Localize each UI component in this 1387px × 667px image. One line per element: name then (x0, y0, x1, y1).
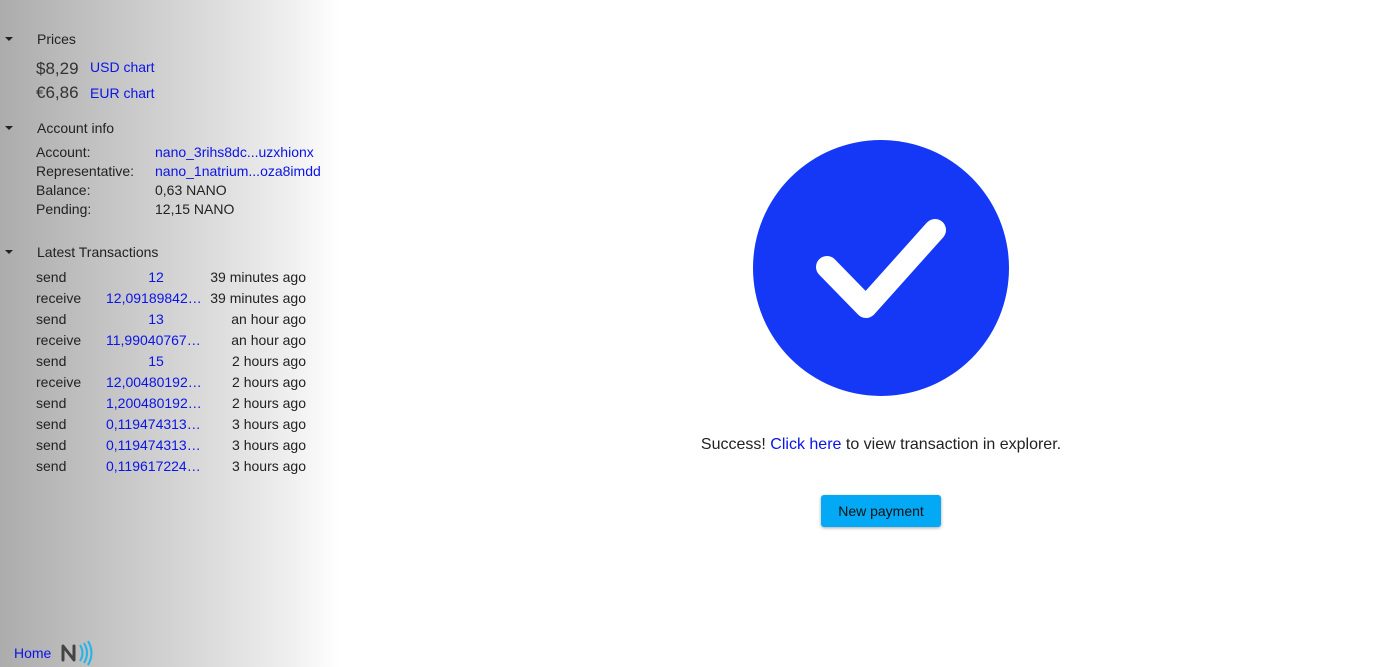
balance-value: 0,63 NANO (155, 182, 227, 198)
caret-down-icon (5, 250, 13, 254)
transaction-type: send (36, 311, 67, 327)
transaction-amount-link[interactable]: 12 (106, 269, 206, 285)
transaction-amount-link[interactable]: 13 (106, 311, 206, 327)
transaction-amount-link[interactable]: 0,1194743130... (106, 437, 206, 453)
account-address-link[interactable]: nano_3rihs8dc...uzxhionx (155, 144, 314, 160)
transaction-row: receive 11,990407673... an hour ago (0, 332, 340, 353)
transaction-time: 3 hours ago (232, 458, 306, 474)
transaction-amount-link[interactable]: 12,091898428... (106, 290, 206, 306)
transaction-amount-link[interactable]: 0,1196172248... (106, 458, 206, 474)
transaction-row: receive 12,004801920... 2 hours ago (0, 374, 340, 395)
eur-chart-link[interactable]: EUR chart (90, 85, 155, 101)
representative-address-link[interactable]: nano_1natrium...oza8imdd (155, 163, 321, 179)
usd-price: $8,29 (36, 59, 79, 78)
usd-chart-link[interactable]: USD chart (90, 59, 155, 75)
eur-price: €6,86 (36, 83, 79, 102)
transaction-row: send 0,1196172248... 3 hours ago (0, 458, 340, 479)
transaction-time: 39 minutes ago (210, 290, 306, 306)
transaction-time: 3 hours ago (232, 416, 306, 432)
check-circle-icon (753, 140, 1009, 396)
transaction-type: send (36, 416, 67, 432)
nano-logo-icon[interactable] (61, 639, 95, 667)
success-prefix: Success! (700, 436, 766, 453)
transaction-type: receive (36, 374, 82, 390)
success-message: Success! Click here to view transaction … (600, 436, 1162, 454)
transaction-row: send 13 an hour ago (0, 311, 340, 332)
transaction-type: send (36, 353, 67, 369)
transaction-time: an hour ago (231, 332, 306, 348)
transaction-time: 3 hours ago (232, 437, 306, 453)
transaction-row: send 15 2 hours ago (0, 353, 340, 374)
account-label: Account: (36, 144, 91, 160)
transaction-type: receive (36, 332, 82, 348)
caret-down-icon (5, 37, 13, 41)
transaction-amount-link[interactable]: 1,2004801920... (106, 395, 206, 411)
transaction-type: receive (36, 290, 82, 306)
transaction-row: send 0,1194743130... 3 hours ago (0, 416, 340, 437)
transaction-time: an hour ago (231, 311, 306, 327)
transaction-time: 39 minutes ago (210, 269, 306, 285)
transaction-row: send 0,1194743130... 3 hours ago (0, 437, 340, 458)
transaction-row: receive 12,091898428... 39 minutes ago (0, 290, 340, 311)
transaction-row: send 12 39 minutes ago (0, 269, 340, 290)
transaction-amount-link[interactable]: 0,1194743130... (106, 416, 206, 432)
caret-down-icon (5, 126, 13, 130)
account-info-heading: Account info (37, 120, 115, 136)
sidebar: Prices $8,29 USD chart €6,86 EUR chart A… (0, 0, 340, 667)
success-suffix: to view transaction in explorer. (845, 436, 1062, 453)
balance-label: Balance: (36, 182, 91, 198)
home-link[interactable]: Home (14, 645, 51, 661)
transaction-type: send (36, 395, 67, 411)
pending-label: Pending: (36, 201, 92, 217)
transaction-time: 2 hours ago (232, 395, 306, 411)
prices-heading: Prices (37, 31, 76, 47)
transaction-row: send 1,2004801920... 2 hours ago (0, 395, 340, 416)
transaction-amount-link[interactable]: 11,990407673... (106, 332, 206, 348)
transactions-heading: Latest Transactions (37, 244, 159, 260)
transaction-time: 2 hours ago (232, 353, 306, 369)
transaction-type: send (36, 269, 67, 285)
pending-value: 12,15 NANO (155, 201, 235, 217)
explorer-link[interactable]: Click here (770, 436, 841, 453)
representative-label: Representative: (36, 163, 135, 179)
transaction-amount-link[interactable]: 12,004801920... (106, 374, 206, 390)
transaction-amount-link[interactable]: 15 (106, 353, 206, 369)
transaction-time: 2 hours ago (232, 374, 306, 390)
new-payment-button[interactable]: New payment (821, 495, 941, 527)
transaction-type: send (36, 437, 67, 453)
transaction-type: send (36, 458, 67, 474)
